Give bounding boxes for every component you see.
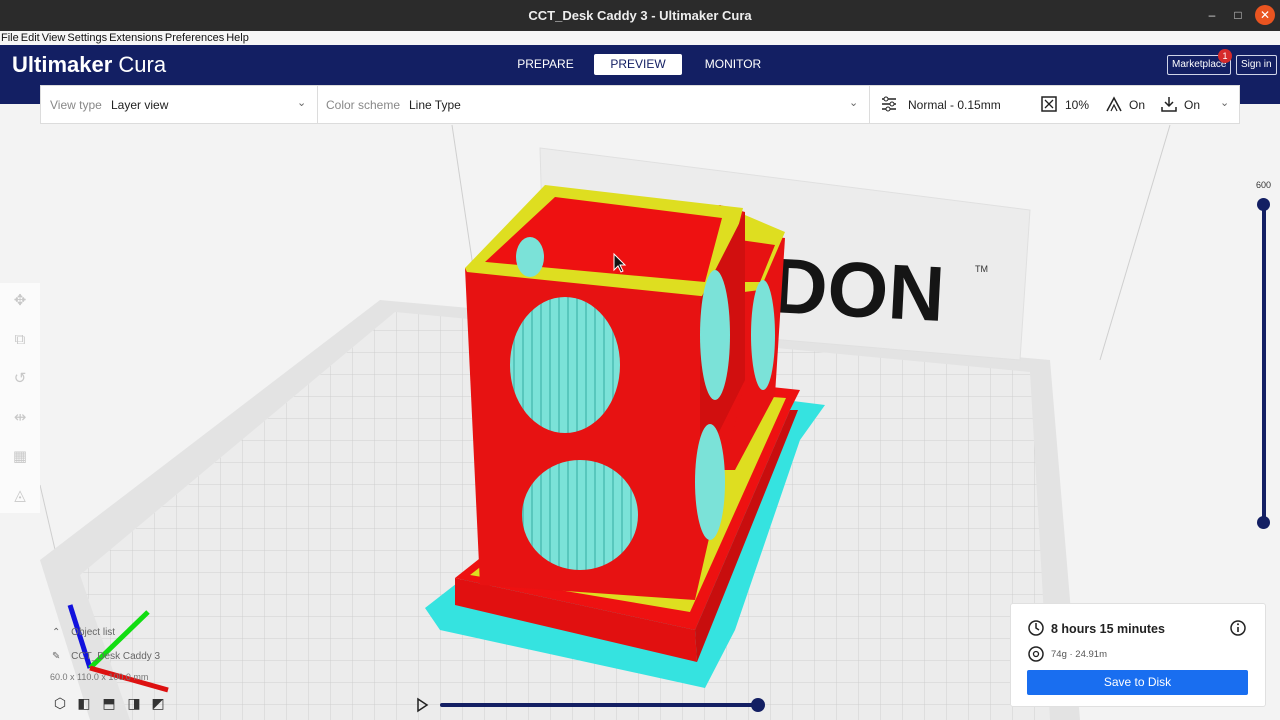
play-icon[interactable] <box>414 697 430 713</box>
color-scheme-select[interactable]: Color scheme Line Type ⌄ <box>318 86 869 123</box>
per-model-settings-icon[interactable]: ▦ <box>10 447 30 467</box>
chevron-up-icon: ⌃ <box>52 627 61 638</box>
view-toolbar: View type Layer view ⌄ Color scheme Line… <box>40 85 1240 124</box>
logo-brand: Ultimaker <box>12 52 113 77</box>
right-view-icon[interactable]: ◩ <box>150 695 166 711</box>
logo-product: Cura <box>118 52 167 77</box>
adhesion-value: On <box>1184 98 1201 112</box>
3d-view-icon[interactable]: ⬡ <box>52 695 68 711</box>
view-type-label: View type <box>50 98 102 112</box>
tab-prepare[interactable]: PREPARE <box>498 54 593 75</box>
save-to-disk-button[interactable]: Save to Disk <box>1027 670 1248 695</box>
window-titlebar: CCT_Desk Caddy 3 - Ultimaker Cura – □ ✕ <box>0 0 1280 31</box>
minimize-button[interactable]: – <box>1202 5 1222 25</box>
left-view-icon[interactable]: ◨ <box>126 695 142 711</box>
path-slider-track[interactable] <box>440 703 760 707</box>
menu-help[interactable]: Help <box>225 31 250 45</box>
print-settings-selector[interactable]: Normal - 0.15mm 10% On On ⌄ <box>870 86 1240 123</box>
tab-monitor[interactable]: MONITOR <box>693 54 773 75</box>
menu-bar: File Edit View Settings Extensions Preference… <box>0 31 1280 45</box>
backdrop-logo-text: DON <box>769 241 947 338</box>
menu-preferences[interactable]: Preferences <box>164 31 225 45</box>
tool-panel: ✥ ⧉ ↺ ⇹ ▦ ◬ <box>0 283 40 513</box>
color-scheme-label: Color scheme <box>326 98 401 112</box>
print-info-panel: 8 hours 15 minutes 74g · 24.91m Save to … <box>1010 603 1266 707</box>
chevron-down-icon: ⌄ <box>849 97 859 109</box>
menu-extensions[interactable]: Extensions <box>108 31 164 45</box>
layer-slider-track[interactable] <box>1262 204 1266 522</box>
pencil-icon: ✎ <box>52 651 61 662</box>
layer-slider-top-handle[interactable] <box>1257 198 1270 211</box>
color-scheme-value: Line Type <box>409 98 461 112</box>
rotate-tool-icon[interactable]: ↺ <box>10 369 30 389</box>
view-type-value: Layer view <box>111 98 169 112</box>
chevron-down-icon: ⌄ <box>1220 97 1230 109</box>
material-spool-icon <box>1028 646 1044 662</box>
wall-cutout <box>522 460 638 570</box>
infill-value: 10% <box>1065 98 1090 112</box>
support-icon <box>1106 96 1122 112</box>
menu-edit[interactable]: Edit <box>20 31 41 45</box>
maximize-button[interactable]: □ <box>1228 5 1248 25</box>
app-logo: Ultimaker Cura <box>12 52 166 78</box>
clock-icon <box>1028 620 1044 636</box>
path-slider-handle[interactable] <box>751 698 765 712</box>
support-value: On <box>1129 98 1146 112</box>
move-tool-icon[interactable]: ✥ <box>10 291 30 311</box>
close-button[interactable]: ✕ <box>1255 5 1275 25</box>
infill-icon <box>1041 96 1057 112</box>
menu-view[interactable]: View <box>41 31 67 45</box>
object-list-item[interactable]: ✎ CCT_Desk Caddy 3 <box>52 651 160 662</box>
tab-preview[interactable]: PREVIEW <box>594 54 682 75</box>
layer-slider-bottom-handle[interactable] <box>1257 516 1270 529</box>
wall-cutout <box>510 297 620 433</box>
chevron-down-icon: ⌄ <box>297 97 307 109</box>
layer-slider-max-label: 600 <box>1256 180 1272 190</box>
view-type-select[interactable]: View type Layer view ⌄ <box>41 86 317 123</box>
object-list-header: Object list <box>71 627 116 638</box>
object-dimensions: 60.0 x 110.0 x 100.0 mm <box>50 672 149 682</box>
object-name: CCT_Desk Caddy 3 <box>71 651 161 662</box>
backdrop-trademark: TM <box>975 264 988 274</box>
sign-in-button[interactable]: Sign in <box>1236 55 1277 75</box>
menu-file[interactable]: File <box>0 31 20 45</box>
profile-value: Normal - 0.15mm <box>908 98 1001 112</box>
support-blocker-icon[interactable]: ◬ <box>10 486 30 506</box>
scale-tool-icon[interactable]: ⧉ <box>10 330 30 350</box>
front-view-icon[interactable]: ◧ <box>76 695 92 711</box>
menu-settings[interactable]: Settings <box>66 31 108 45</box>
print-time: 8 hours 15 minutes <box>1051 622 1165 636</box>
mirror-tool-icon[interactable]: ⇹ <box>10 408 30 428</box>
object-list-toggle[interactable]: ⌃ Object list <box>52 627 115 638</box>
settings-sliders-icon <box>882 96 896 112</box>
window-title: CCT_Desk Caddy 3 - Ultimaker Cura <box>528 8 752 23</box>
adhesion-icon <box>1161 97 1177 112</box>
info-icon[interactable] <box>1229 619 1247 637</box>
material-usage: 74g · 24.91m <box>1051 649 1107 660</box>
top-view-icon[interactable]: ⬒ <box>101 695 117 711</box>
marketplace-notification-badge: 1 <box>1218 49 1232 63</box>
